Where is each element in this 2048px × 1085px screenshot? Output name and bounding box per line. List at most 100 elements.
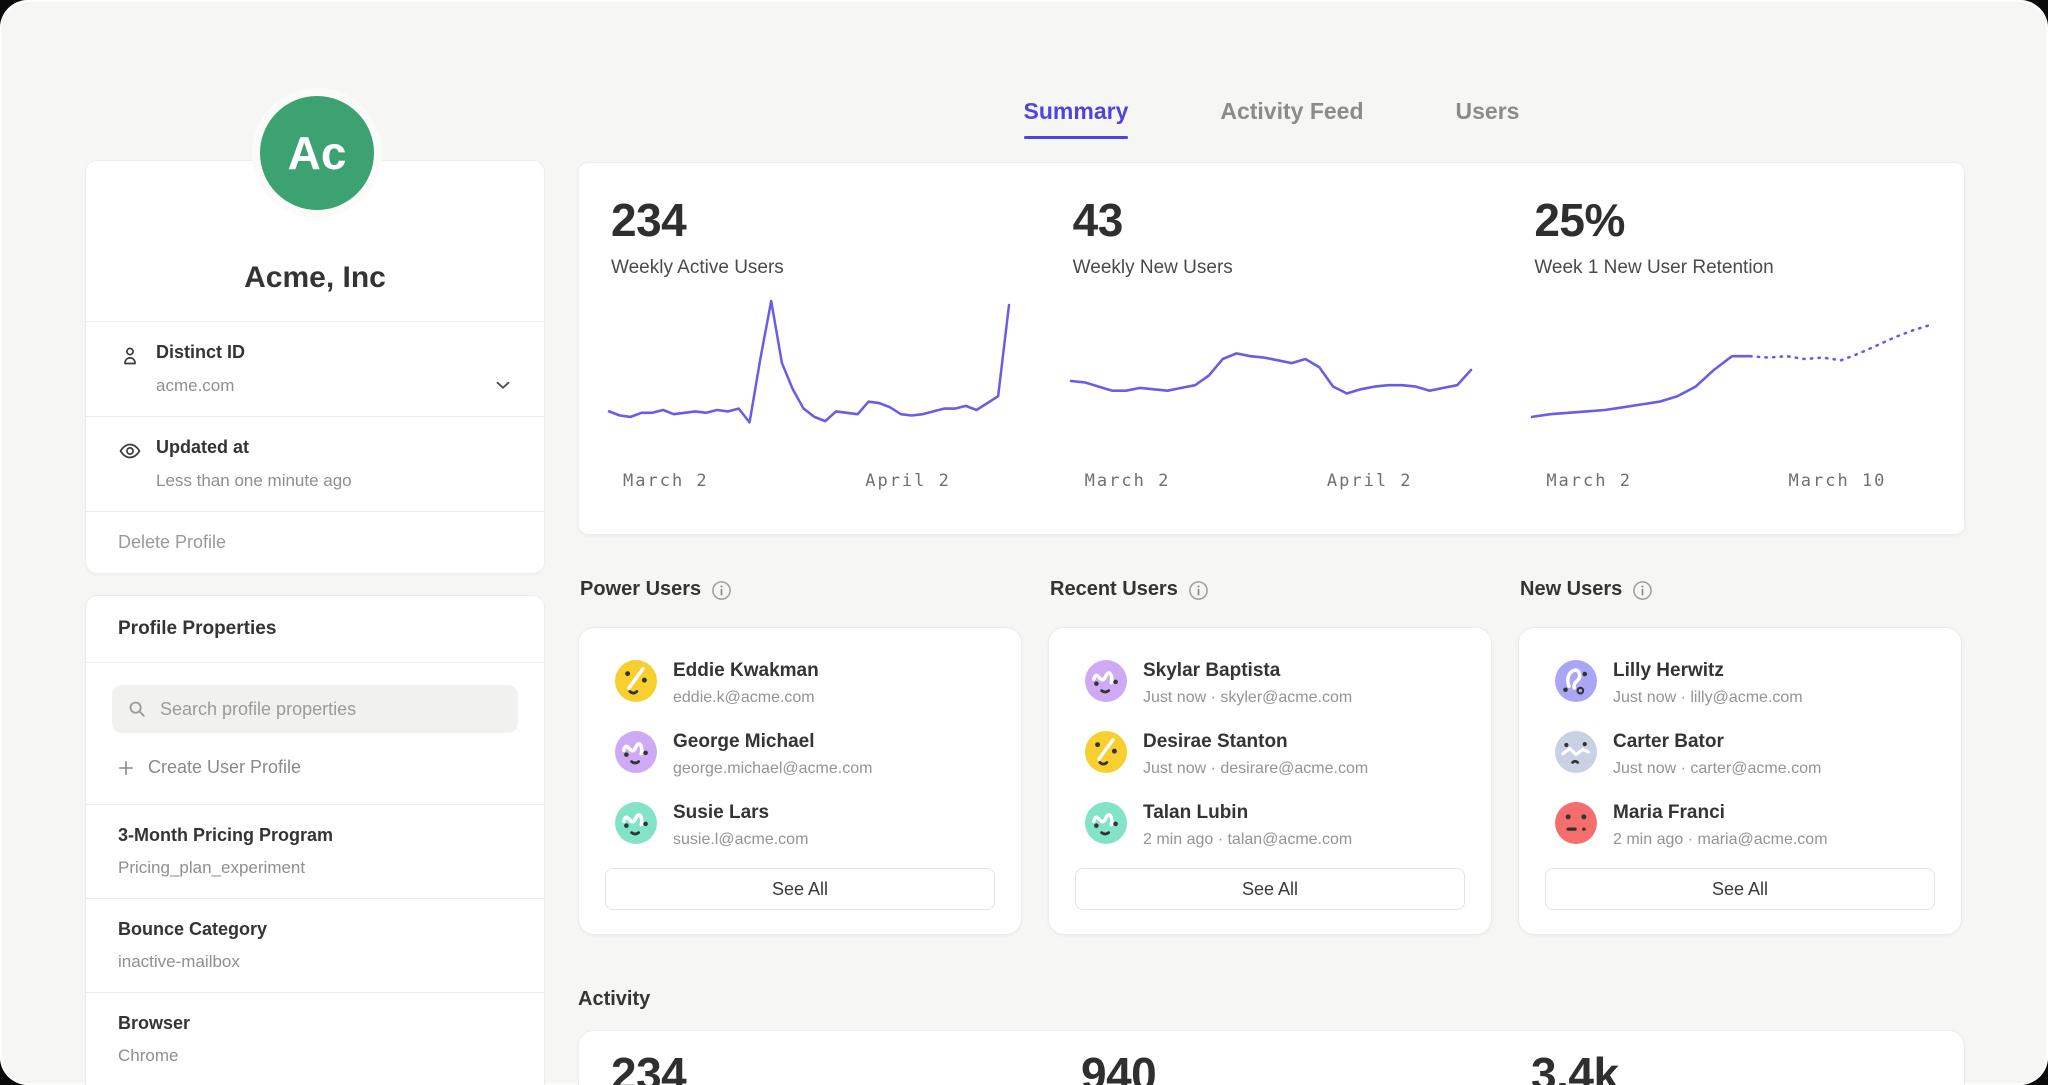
- x-axis-tick: March 2: [1085, 471, 1171, 491]
- section-header: Recent Users: [1048, 578, 1492, 601]
- user-name: George Michael: [673, 731, 872, 753]
- company-avatar: Ac: [252, 88, 382, 218]
- tab-activity-feed[interactable]: Activity Feed: [1220, 98, 1363, 139]
- chevron-down-icon[interactable]: [492, 374, 514, 396]
- list-item[interactable]: Eddie Kwakman eddie.k@acme.com: [615, 660, 995, 707]
- search-input[interactable]: [158, 698, 504, 721]
- x-axis-tick: March 2: [1546, 471, 1632, 491]
- user-name: Carter Bator: [1613, 731, 1821, 753]
- company-avatar-initials: Ac: [288, 126, 347, 180]
- user-name: Desirae Stanton: [1143, 731, 1368, 753]
- avatar: [1555, 660, 1597, 702]
- user-name: Talan Lubin: [1143, 802, 1352, 824]
- list-item[interactable]: Carter Bator Just now · carter@acme.com: [1555, 731, 1935, 778]
- x-axis-tick: April 2: [1327, 471, 1413, 491]
- distinct-id-label: Distinct ID: [156, 342, 510, 364]
- profile-properties-title: Profile Properties: [86, 596, 544, 662]
- summary-stats-card: 234 Weekly Active Users March 2 April 2 …: [578, 162, 1965, 535]
- avatar: [615, 660, 657, 702]
- stat-label: Weekly Active Users: [611, 257, 1009, 279]
- list-item[interactable]: George Michael george.michael@acme.com: [615, 731, 995, 778]
- user-name: Lilly Herwitz: [1613, 660, 1803, 682]
- list-item[interactable]: Talan Lubin 2 min ago · talan@acme.com: [1085, 802, 1465, 849]
- info-icon[interactable]: [711, 580, 732, 601]
- property-value: inactive-mailbox: [118, 952, 512, 972]
- stat-value: 234: [611, 193, 1009, 247]
- power-users-section: Power Users Eddie Kwakman eddie.k@acme.c…: [578, 578, 1022, 935]
- list-item[interactable]: Susie Lars susie.l@acme.com: [615, 802, 995, 849]
- updated-at-row: Updated at Less than one minute ago: [86, 417, 544, 511]
- recent-users-card: Skylar Baptista Just now · skyler@acme.c…: [1048, 627, 1492, 935]
- distinct-id-value: acme.com: [156, 376, 510, 396]
- create-user-profile-button[interactable]: Create User Profile: [86, 733, 544, 804]
- user-email: george.michael@acme.com: [673, 760, 872, 778]
- user-name: Susie Lars: [673, 802, 808, 824]
- property-row: Bounce Category inactive-mailbox: [86, 899, 544, 992]
- activity-stat: 940: [1081, 1047, 1156, 1085]
- stat-weekly-active-users: 234 Weekly Active Users March 2 April 2: [579, 163, 1041, 534]
- eye-icon: [118, 439, 142, 463]
- user-name: Eddie Kwakman: [673, 660, 819, 682]
- stat-label: Weekly New Users: [1073, 257, 1471, 279]
- section-header: Power Users: [578, 578, 1022, 601]
- info-icon[interactable]: [1632, 580, 1653, 601]
- property-label: Bounce Category: [118, 919, 512, 940]
- stat-week1-retention: 25% Week 1 New User Retention March 2 Ma…: [1502, 163, 1964, 534]
- weekly-new-users-sparkline: [1071, 291, 1471, 451]
- see-all-button[interactable]: See All: [605, 868, 995, 910]
- property-label: 3-Month Pricing Program: [118, 825, 512, 846]
- list-item[interactable]: Desirae Stanton Just now · desirare@acme…: [1085, 731, 1465, 778]
- distinct-id-row[interactable]: Distinct ID acme.com: [86, 322, 544, 416]
- user-meta: Just now · skyler@acme.com: [1143, 689, 1352, 707]
- new-users-section: New Users Lilly Herwitz Just now · lilly…: [1518, 578, 1962, 935]
- updated-at-label: Updated at: [156, 437, 510, 459]
- tab-summary[interactable]: Summary: [1024, 98, 1129, 139]
- stat-value: 25%: [1534, 193, 1932, 247]
- user-meta: Just now · lilly@acme.com: [1613, 689, 1803, 707]
- plus-icon: [116, 758, 136, 778]
- week1-retention-sparkline: [1532, 291, 1932, 451]
- create-user-profile-label: Create User Profile: [148, 757, 301, 778]
- tab-users[interactable]: Users: [1456, 98, 1520, 139]
- user-icon: [118, 344, 142, 368]
- company-profile-page: Ac Acme, Inc Distinct ID acme.com Update…: [0, 0, 2048, 1085]
- section-title: Power Users: [580, 578, 701, 601]
- user-email: susie.l@acme.com: [673, 831, 808, 849]
- updated-at-value: Less than one minute ago: [156, 471, 510, 491]
- property-row: 3-Month Pricing Program Pricing_plan_exp…: [86, 805, 544, 898]
- list-item[interactable]: Skylar Baptista Just now · skyler@acme.c…: [1085, 660, 1465, 707]
- tab-bar: Summary Activity Feed Users: [578, 98, 1965, 139]
- profile-properties-card: Profile Properties Create User Profile 3…: [85, 595, 545, 1085]
- list-item[interactable]: Lilly Herwitz Just now · lilly@acme.com: [1555, 660, 1935, 707]
- user-name: Maria Franci: [1613, 802, 1828, 824]
- avatar: [615, 731, 657, 773]
- avatar: [615, 802, 657, 844]
- list-item[interactable]: Maria Franci 2 min ago · maria@acme.com: [1555, 802, 1935, 849]
- user-meta: Just now · desirare@acme.com: [1143, 760, 1368, 778]
- avatar: [1555, 731, 1597, 773]
- avatar: [1555, 802, 1597, 844]
- activity-section-title: Activity: [578, 988, 650, 1011]
- property-row: Browser Chrome: [86, 993, 544, 1085]
- see-all-button[interactable]: See All: [1545, 868, 1935, 910]
- see-all-button[interactable]: See All: [1075, 868, 1465, 910]
- profile-properties-search[interactable]: [112, 685, 518, 733]
- profile-card: Acme, Inc Distinct ID acme.com Updated a…: [85, 160, 545, 574]
- property-value: Chrome: [118, 1046, 512, 1066]
- property-label: Browser: [118, 1013, 512, 1034]
- user-name: Skylar Baptista: [1143, 660, 1352, 682]
- x-axis-tick: April 2: [865, 471, 951, 491]
- avatar: [1085, 731, 1127, 773]
- divider: [86, 662, 544, 663]
- activity-stat: 3.4k: [1531, 1047, 1619, 1085]
- property-value: Pricing_plan_experiment: [118, 858, 512, 878]
- main-content: Summary Activity Feed Users 234 Weekly A…: [578, 0, 1965, 1085]
- section-title: Recent Users: [1050, 578, 1178, 601]
- info-icon[interactable]: [1188, 580, 1209, 601]
- user-meta: 2 min ago · maria@acme.com: [1613, 831, 1828, 849]
- search-icon: [126, 698, 148, 720]
- user-email: eddie.k@acme.com: [673, 689, 819, 707]
- stat-label: Week 1 New User Retention: [1534, 257, 1932, 279]
- delete-profile-button[interactable]: Delete Profile: [86, 512, 544, 573]
- weekly-active-users-sparkline: [609, 291, 1009, 451]
